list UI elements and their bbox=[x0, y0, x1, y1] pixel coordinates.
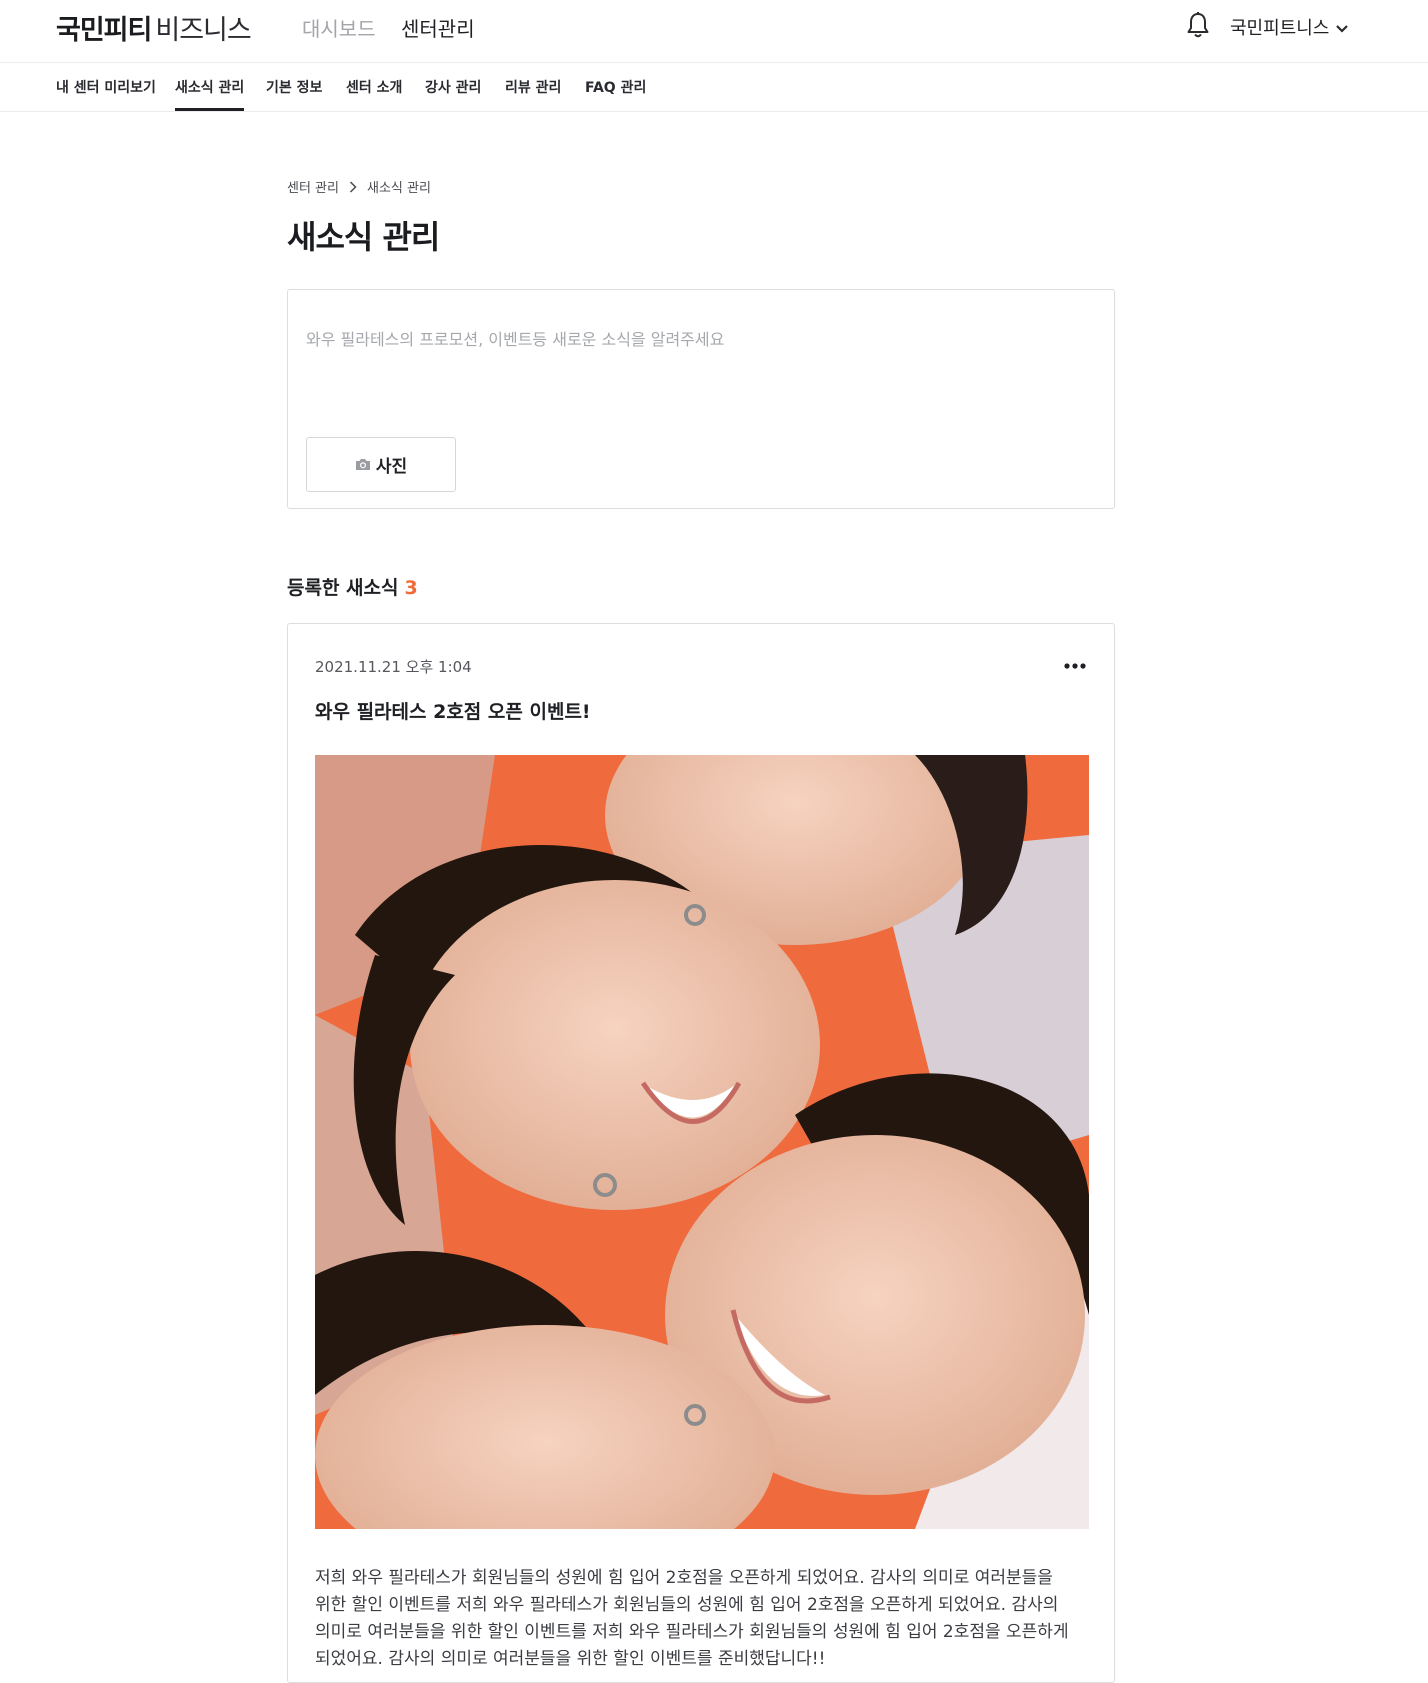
breadcrumb-item[interactable]: 센터 관리 bbox=[287, 181, 339, 196]
camera-icon bbox=[355, 459, 370, 470]
photo-button-label: 사진 bbox=[375, 457, 408, 477]
photo-button[interactable]: 사진 bbox=[306, 437, 456, 492]
logo[interactable]: 국민피티 비즈니스 bbox=[56, 8, 252, 47]
news-post-card: 2021.11.21 오후 1:04 와우 필라테스 2호점 오픈 이벤트! 저… bbox=[287, 623, 1115, 1683]
top-header: 국민피티 비즈니스 대시보드 센터관리 국민피트니스 bbox=[0, 0, 1428, 63]
page-title: 새소식 관리 bbox=[287, 218, 440, 256]
news-composer: 사진 bbox=[287, 289, 1115, 509]
chevron-right-icon bbox=[349, 180, 357, 197]
subnav-review-management[interactable]: 리뷰 관리 bbox=[505, 77, 561, 97]
post-body: 저희 와우 필라테스가 회원님들의 성원에 힘 입어 2호점을 오픈하게 되었어… bbox=[315, 1568, 1069, 1669]
post-date: 2021.11.21 오후 1:04 bbox=[315, 658, 472, 676]
topnav-dashboard[interactable]: 대시보드 bbox=[302, 13, 376, 42]
logo-sub: 비즈니스 bbox=[155, 15, 251, 46]
breadcrumb: 센터 관리 새소식 관리 bbox=[287, 177, 431, 197]
section-title-text: 등록한 새소식 bbox=[287, 577, 399, 599]
breadcrumb-item: 새소식 관리 bbox=[366, 181, 431, 196]
news-input[interactable] bbox=[306, 326, 1086, 386]
subnav-faq-management[interactable]: FAQ 관리 bbox=[585, 77, 646, 97]
subnav-news-management[interactable]: 새소식 관리 bbox=[175, 77, 245, 111]
section-title: 등록한 새소식 3 bbox=[287, 573, 418, 600]
subnav-center-preview[interactable]: 내 센터 미리보기 bbox=[56, 77, 156, 97]
subnav-instructor-management[interactable]: 강사 관리 bbox=[425, 77, 481, 97]
chevron-down-icon bbox=[1336, 25, 1349, 33]
post-image bbox=[315, 755, 1089, 1529]
account-menu[interactable]: 국민피트니스 bbox=[1230, 14, 1349, 40]
news-count: 3 bbox=[404, 577, 418, 599]
sub-navigation: 내 센터 미리보기 새소식 관리 기본 정보 센터 소개 강사 관리 리뷰 관리… bbox=[0, 63, 1428, 112]
account-name: 국민피트니스 bbox=[1230, 18, 1330, 39]
bell-icon[interactable] bbox=[1185, 11, 1211, 39]
subnav-center-intro[interactable]: 센터 소개 bbox=[346, 77, 402, 97]
topnav-center-management[interactable]: 센터관리 bbox=[401, 13, 475, 42]
logo-main: 국민피티 bbox=[56, 15, 152, 46]
subnav-basic-info[interactable]: 기본 정보 bbox=[266, 77, 322, 97]
post-title: 와우 필라테스 2호점 오픈 이벤트! bbox=[315, 701, 591, 723]
more-horizontal-icon[interactable] bbox=[1060, 654, 1090, 678]
